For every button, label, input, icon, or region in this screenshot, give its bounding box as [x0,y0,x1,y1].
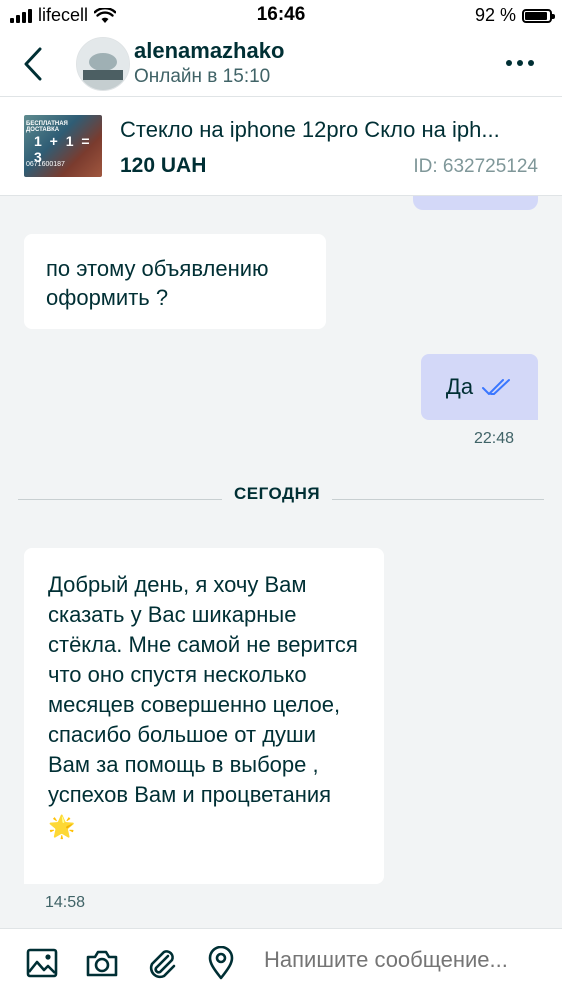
message-input[interactable] [264,947,549,973]
back-button[interactable] [18,44,48,84]
attach-button[interactable] [143,945,179,981]
battery-percent: 92 % [474,5,516,25]
ad-summary[interactable]: БЕСПЛАТНАЯ ДОСТАВКА 1 + 1 = 3 0671600187… [0,96,562,196]
avatar-image [77,38,129,90]
camera-icon [86,950,118,977]
chat-header: alenamazhako Онлайн в 15:10 [0,32,562,96]
location-icon [208,946,234,980]
date-divider: СЕГОДНЯ [222,484,333,504]
ad-title[interactable]: Стекло на iphone 12pro Скло на iph... [120,117,540,143]
battery-icon [522,8,555,23]
message-text: Добрый день, я хочу Вам сказать у Вас ши… [48,572,358,807]
image-icon [26,948,58,978]
location-button[interactable] [203,945,239,981]
message-text: Да [445,374,474,399]
chevron-left-icon [24,47,42,81]
previous-message-bubble [413,196,538,210]
star-emoji: 🌟 [48,814,76,839]
avatar[interactable] [76,37,130,91]
ad-thumbnail[interactable]: БЕСПЛАТНАЯ ДОСТАВКА 1 + 1 = 3 0671600187 [24,115,102,177]
thumb-text-bottom: 0671600187 [26,161,65,168]
message-time: 14:58 [45,894,86,911]
image-button[interactable] [24,945,60,981]
online-status: Онлайн в 15:10 [134,66,271,87]
message-time: 22:48 [474,430,515,447]
camera-button[interactable] [84,945,120,981]
message-text: по этому объявлению оформить ? [46,256,269,310]
ad-price: 120 UAH [120,154,207,177]
message-incoming: по этому объявлению оформить ? [24,234,326,329]
thumb-text-top: БЕСПЛАТНАЯ ДОСТАВКА [26,121,68,133]
ad-id: ID: 632725124 [413,156,538,177]
message-composer [0,928,562,999]
more-options-button[interactable] [500,46,540,80]
message-incoming: Добрый день, я хочу Вам сказать у Вас ши… [24,548,384,884]
battery-area: 92 % [474,5,555,26]
username[interactable]: alenamazhako [134,38,284,64]
message-outgoing: Да [421,354,538,420]
attachment-icon [149,950,176,979]
double-check-icon [482,379,511,395]
status-bar: lifecell 16:46 92 % [0,0,562,32]
